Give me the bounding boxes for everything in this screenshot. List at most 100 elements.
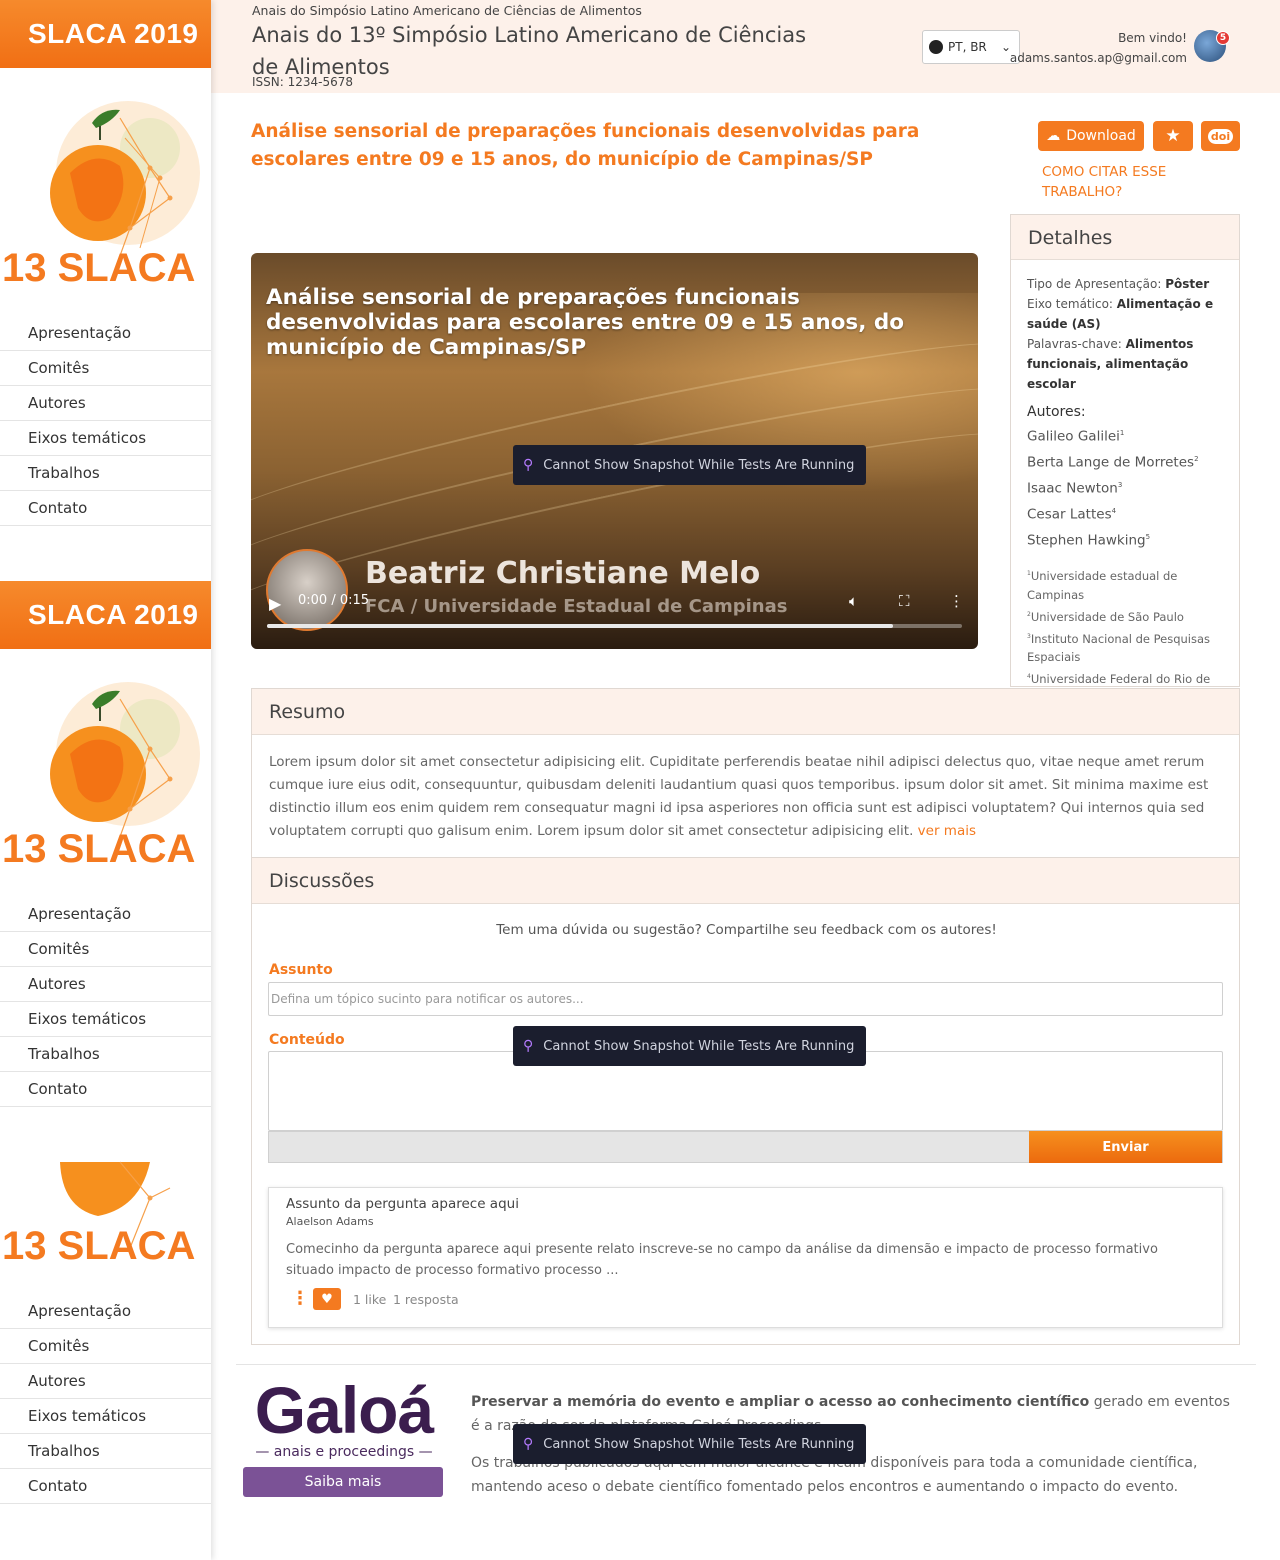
sidebar: SLACA 2019 13 SLACA Apresentação Comitês… (0, 0, 211, 1560)
video-progress-fill (267, 624, 893, 628)
sidebar-item-apresentacao[interactable]: Apresentação (0, 316, 211, 351)
details-heading: Detalhes (1011, 215, 1239, 260)
pin-icon: ⚲ (523, 457, 534, 473)
sidebar-item-trabalhos[interactable]: Trabalhos (0, 1037, 211, 1072)
sidebar-block: 13 SLACA Apresentação Comitês Autores Ei… (0, 1150, 211, 1504)
discussions-heading: Discussões (252, 858, 1239, 904)
sidebar-item-eixos[interactable]: Eixos temáticos (0, 1002, 211, 1037)
author-sup: 5 (1145, 533, 1151, 541)
language-value: PT, BR (948, 40, 987, 54)
send-bar: Enviar (268, 1131, 1223, 1163)
slaca-logo: 13 SLACA (0, 1150, 211, 1294)
pin-icon: ⚲ (523, 1038, 534, 1054)
footer-divider (236, 1364, 1256, 1365)
author-name: Isaac Newton (1027, 480, 1118, 497)
sidebar-item-trabalhos[interactable]: Trabalhos (0, 456, 211, 491)
author-sup: 1 (1119, 429, 1125, 437)
author-item[interactable]: Berta Lange de Morretes2 (1027, 448, 1223, 474)
read-more-link[interactable]: ver mais (918, 823, 976, 839)
slaca-logo-text: 13 SLACA (2, 246, 196, 290)
presentation-type: Tipo de Apresentação: Pôster (1027, 274, 1223, 294)
language-select[interactable]: PT, BR ⌄ (922, 30, 1020, 64)
pin-icon: ⚲ (523, 1436, 534, 1452)
keywords: Palavras-chave: Alimentos funcionais, al… (1027, 334, 1223, 394)
content-label: Conteúdo (269, 1032, 345, 1048)
snapshot-notice: ⚲ Cannot Show Snapshot While Tests Are R… (513, 1424, 867, 1464)
like-count: 1 like (353, 1292, 387, 1307)
galoa-logo-tagline: — anais e proceedings — (255, 1444, 433, 1460)
affiliation-name: Instituto Nacional de Pesquisas Espaciai… (1027, 631, 1211, 665)
reply-count[interactable]: 1 resposta (393, 1292, 459, 1307)
sidebar-item-trabalhos[interactable]: Trabalhos (0, 1434, 211, 1469)
doi-button[interactable]: doi (1201, 121, 1240, 151)
star-icon: ★ (1165, 126, 1181, 146)
author-sup: 2 (1194, 455, 1199, 463)
video-progress-bar[interactable] (267, 624, 962, 628)
paper-title: Análise sensorial de preparações funcion… (251, 121, 920, 170)
question-author: Alaelson Adams (286, 1215, 374, 1228)
discussions-card: Discussões Tem uma dúvida ou sugestão? C… (251, 857, 1240, 1345)
more-options-icon[interactable]: ⋮ (949, 592, 964, 610)
sidebar-item-contato[interactable]: Contato (0, 491, 211, 526)
video-time: 0:00 / 0:15 (298, 593, 370, 608)
brand-bar[interactable]: SLACA 2019 (0, 0, 211, 68)
sidebar-item-apresentacao[interactable]: Apresentação (0, 1294, 211, 1329)
sidebar-item-autores[interactable]: Autores (0, 1364, 211, 1399)
snapshot-notice-text: Cannot Show Snapshot While Tests Are Run… (543, 1436, 855, 1452)
details-body: Tipo de Apresentação: Pôster Eixo temáti… (1011, 260, 1239, 722)
question-card[interactable]: Assunto da pergunta aparece aqui Alaelso… (268, 1187, 1223, 1328)
like-button[interactable]: ♥ (313, 1288, 341, 1310)
download-button[interactable]: ☁ Download (1038, 121, 1144, 151)
resumo-body: Lorem ipsum dolor sit amet consectetur a… (252, 735, 1239, 859)
send-button[interactable]: Enviar (1029, 1131, 1222, 1163)
sidebar-item-comites[interactable]: Comitês (0, 351, 211, 386)
sidebar-item-eixos[interactable]: Eixos temáticos (0, 421, 211, 456)
affiliation-item: 3Instituto Nacional de Pesquisas Espacia… (1027, 627, 1223, 668)
sidebar-item-contato[interactable]: Contato (0, 1072, 211, 1107)
sidebar-item-autores[interactable]: Autores (0, 967, 211, 1002)
author-name: Berta Lange de Morretes (1027, 454, 1195, 471)
subject-input[interactable]: Defina um tópico sucinto para notificar … (268, 982, 1223, 1016)
sidebar-item-comites[interactable]: Comitês (0, 1329, 211, 1364)
sidebar-nav: Apresentação Comitês Autores Eixos temát… (0, 1294, 211, 1504)
author-item[interactable]: Cesar Lattes4 (1027, 500, 1223, 526)
fullscreen-icon[interactable]: ⛶ (899, 592, 910, 610)
snapshot-notice-text: Cannot Show Snapshot While Tests Are Run… (543, 457, 855, 473)
snapshot-notice-text: Cannot Show Snapshot While Tests Are Run… (543, 1038, 855, 1054)
authors-label: Autores: (1027, 404, 1086, 420)
galoa-logo-word: Galoá (254, 1373, 434, 1447)
sidebar-item-eixos[interactable]: Eixos temáticos (0, 1399, 211, 1434)
header: Anais do Simpósio Latino Americano de Ci… (211, 0, 1280, 93)
sidebar-item-comites[interactable]: Comitês (0, 932, 211, 967)
resumo-heading: Resumo (252, 689, 1239, 735)
heart-icon: ♥ (321, 1291, 333, 1307)
download-label: Download (1066, 128, 1136, 144)
issn: ISSN: 1234-5678 (252, 75, 354, 89)
author-item[interactable]: Galileo Galilei1 (1027, 422, 1223, 448)
notification-badge[interactable]: 5 (1216, 31, 1230, 45)
galoa-logo: Galoá — anais e proceedings — (249, 1373, 439, 1460)
slaca-logo: 13 SLACA (0, 649, 211, 897)
brand-bar[interactable]: SLACA 2019 (0, 581, 211, 649)
favorite-button[interactable]: ★ (1153, 121, 1193, 151)
cloud-download-icon: ☁ (1046, 128, 1061, 144)
author-name: Galileo Galilei (1027, 428, 1120, 445)
saiba-mais-button[interactable]: Saiba mais (243, 1467, 443, 1497)
volume-icon[interactable]: 🔈︎ (849, 592, 858, 610)
play-icon[interactable]: ▶ (269, 594, 281, 613)
cite-link[interactable]: COMO CITAR ESSE TRABALHO? (1042, 162, 1222, 202)
affiliation-name: Universidade de São Paulo (1030, 609, 1184, 624)
user-email: adams.santos.ap@gmail.com (1009, 51, 1187, 65)
sidebar-item-autores[interactable]: Autores (0, 386, 211, 421)
sidebar-block: SLACA 2019 13 SLACA Apresentação Comitês… (0, 0, 211, 526)
author-item[interactable]: Isaac Newton3 (1027, 474, 1223, 500)
sidebar-item-contato[interactable]: Contato (0, 1469, 211, 1504)
more-options-icon[interactable]: ⋮ (291, 1289, 309, 1309)
thematic-axis-label: Eixo temático: (1027, 297, 1117, 311)
author-item[interactable]: Stephen Hawking5 (1027, 526, 1223, 552)
welcome-text: Bem vindo! (1118, 31, 1187, 45)
sidebar-item-apresentacao[interactable]: Apresentação (0, 897, 211, 932)
slaca-logo-text: 13 SLACA (2, 827, 196, 871)
snapshot-notice: ⚲ Cannot Show Snapshot While Tests Are R… (513, 1026, 867, 1066)
presentation-type-label: Tipo de Apresentação: (1027, 277, 1166, 291)
